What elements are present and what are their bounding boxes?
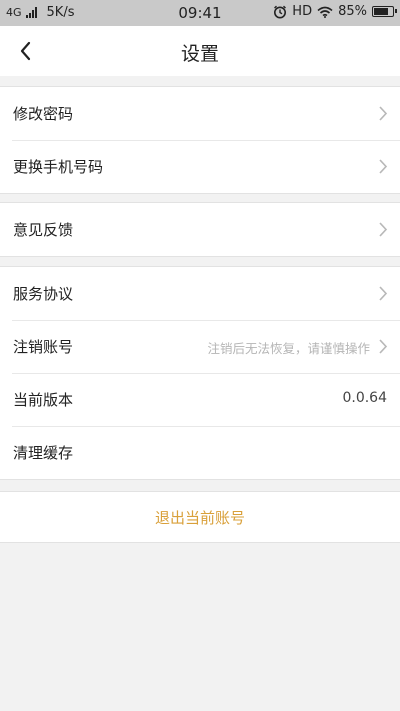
chevron-right-icon	[379, 222, 388, 237]
chevron-right-icon	[379, 339, 388, 354]
row-label: 更换手机号码	[13, 158, 104, 176]
change-password-item[interactable]: 修改密码	[0, 87, 400, 140]
cancel-account-hint: 注销后无法恢复，请谨慎操作	[207, 341, 370, 356]
row-label: 修改密码	[13, 105, 74, 123]
page-title: 设置	[180, 43, 219, 65]
chevron-right-icon	[379, 106, 388, 121]
logout-button[interactable]: 退出当前账号	[0, 491, 400, 543]
version-value: 0.0.64	[342, 390, 387, 406]
chevron-right-icon	[379, 159, 388, 174]
settings-group-feedback: 意见反馈	[0, 202, 400, 257]
row-label: 当前版本	[13, 391, 74, 409]
battery-percent: 85%	[338, 4, 367, 19]
feedback-item[interactable]: 意见反馈	[0, 203, 400, 256]
hd-indicator: HD	[292, 4, 313, 19]
status-bar: 4G 5K/s 09:41 HD 85%	[0, 0, 400, 26]
logout-label: 退出当前账号	[154, 509, 245, 527]
alarm-icon	[274, 5, 287, 18]
wifi-icon	[317, 6, 333, 18]
nav-bar: 设置	[0, 26, 400, 76]
chevron-right-icon	[379, 286, 388, 301]
status-right: HD 85%	[273, 4, 397, 19]
settings-group-other: 服务协议 注销账号 注销后无法恢复，请谨慎操作 当前版本 0.0.64 清理缓存	[0, 266, 400, 480]
current-version-item: 当前版本 0.0.64	[0, 373, 400, 426]
row-label: 意见反馈	[13, 221, 74, 239]
row-label: 服务协议	[13, 285, 74, 303]
cancel-account-item[interactable]: 注销账号 注销后无法恢复，请谨慎操作	[0, 320, 400, 373]
change-phone-item[interactable]: 更换手机号码	[0, 140, 400, 193]
row-label: 注销账号	[13, 338, 74, 356]
battery-fill	[374, 8, 389, 15]
clear-cache-item[interactable]: 清理缓存	[0, 426, 400, 479]
service-agreement-item[interactable]: 服务协议	[0, 267, 400, 320]
battery-icon	[372, 6, 397, 17]
settings-group-account: 修改密码 更换手机号码	[0, 86, 400, 194]
row-label: 清理缓存	[13, 444, 74, 462]
